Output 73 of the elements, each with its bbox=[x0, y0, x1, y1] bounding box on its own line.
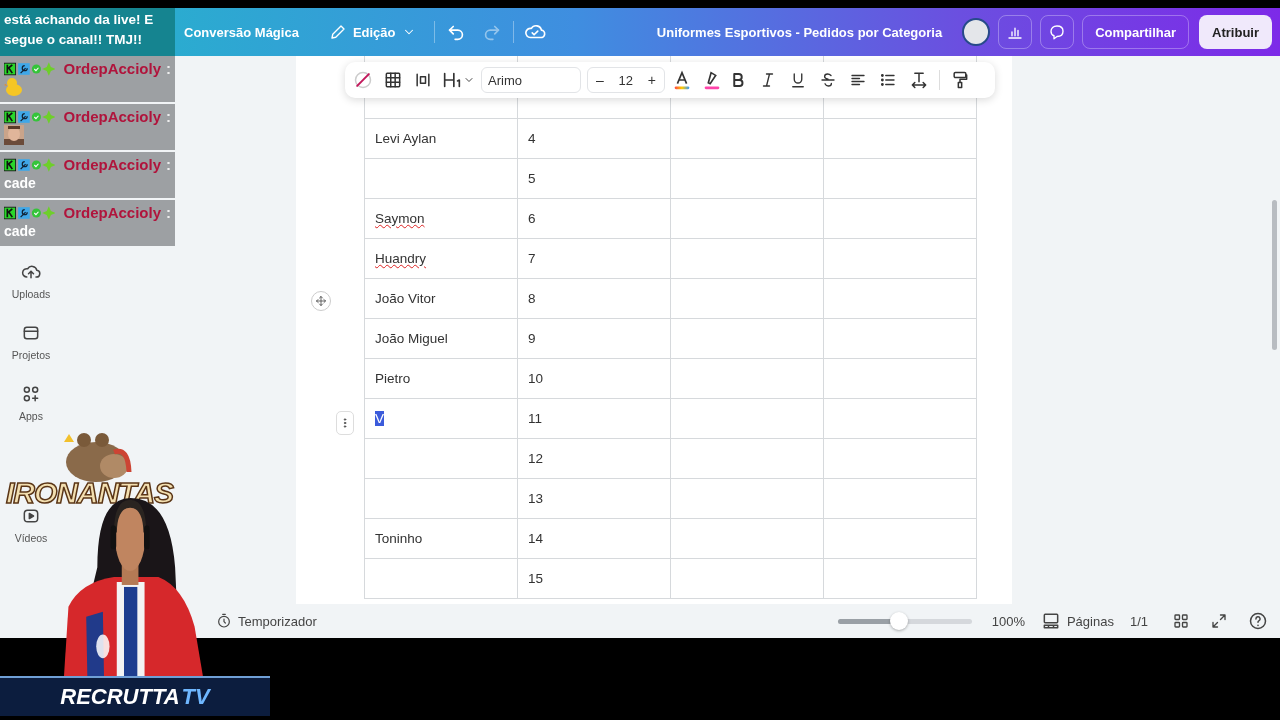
zoom-slider[interactable] bbox=[837, 612, 972, 630]
table-cell: 14 bbox=[517, 518, 671, 559]
chat-separator: : bbox=[166, 60, 171, 77]
zoom-reading: 100% bbox=[991, 613, 1025, 629]
table-cell: Pietro bbox=[364, 358, 518, 399]
duck-icon bbox=[4, 77, 24, 97]
help-icon[interactable] bbox=[1248, 611, 1268, 631]
chat-separator: : bbox=[166, 204, 171, 221]
table-cell: 9 bbox=[517, 318, 671, 359]
text-spacing-icon[interactable] bbox=[909, 70, 929, 90]
apps-icon[interactable] bbox=[21, 384, 41, 404]
folder-icon[interactable] bbox=[21, 323, 41, 343]
grid-icon[interactable] bbox=[1172, 612, 1190, 630]
table-cell: 12 bbox=[517, 438, 671, 479]
table-cell: Huandry bbox=[364, 238, 518, 279]
chat-username: OrdepAccioly bbox=[63, 60, 161, 77]
table-cell: 7 bbox=[517, 238, 671, 279]
table-cell: Saymon bbox=[364, 198, 518, 239]
chat-banner: está achando da live! E segue o canal!! TMJ!! bbox=[0, 8, 175, 56]
table-cell: Toninho bbox=[364, 518, 518, 559]
pages-button[interactable]: Páginas bbox=[1040, 611, 1114, 631]
stream-logo: RECRUTTA TV bbox=[0, 676, 270, 716]
stopwatch-icon[interactable] bbox=[216, 613, 232, 629]
pencil-icon[interactable] bbox=[328, 23, 347, 41]
sidebar-item[interactable]: Apps bbox=[0, 378, 62, 439]
table-cell: 8 bbox=[517, 278, 671, 319]
table-cell: 15 bbox=[517, 558, 671, 599]
table-cell: Levi Aylan bbox=[364, 118, 518, 159]
table-cell: 11 bbox=[517, 398, 671, 439]
document-title[interactable]: Uniformes Esportivos - Pedidos por Categoria bbox=[656, 24, 943, 40]
table-cell: V bbox=[364, 398, 518, 439]
play-icon[interactable] bbox=[21, 506, 41, 526]
share-button[interactable]: Compartilhar bbox=[1082, 15, 1190, 49]
chat-separator: : bbox=[166, 108, 171, 125]
badge-icon bbox=[4, 60, 56, 77]
table-cell: João Vitor bbox=[364, 278, 518, 319]
paint-roller-icon[interactable] bbox=[950, 70, 970, 90]
table-cell: 6 bbox=[517, 198, 671, 239]
chat-username: OrdepAccioly bbox=[63, 204, 161, 221]
font-field[interactable]: Arimo bbox=[481, 67, 581, 93]
scrollbar[interactable] bbox=[1272, 200, 1277, 350]
comment-button[interactable] bbox=[1040, 15, 1075, 49]
assign-button[interactable]: Atribuir bbox=[1199, 15, 1272, 49]
table-cell: João Miguel bbox=[364, 318, 518, 359]
insights-button[interactable] bbox=[998, 15, 1033, 49]
chat-separator: : bbox=[166, 156, 171, 173]
underline-icon[interactable] bbox=[789, 71, 807, 89]
chat-message: cade bbox=[4, 223, 36, 239]
strikethrough-icon[interactable] bbox=[819, 71, 837, 89]
font-size-field[interactable]: – 12 + bbox=[587, 67, 665, 93]
table-cell: 5 bbox=[517, 158, 671, 199]
decrease-button[interactable]: – bbox=[596, 72, 604, 88]
chat-username: OrdepAccioly bbox=[63, 156, 161, 173]
chat-message: cade bbox=[4, 175, 36, 191]
fullscreen-icon[interactable] bbox=[1210, 612, 1228, 630]
timer-button[interactable]: Temporizador bbox=[216, 613, 317, 629]
page-count: 1/1 bbox=[1129, 613, 1148, 629]
badge-icon bbox=[4, 204, 56, 221]
sidebar-item[interactable]: Projetos bbox=[0, 317, 62, 378]
sidebar-item[interactable]: Uploads bbox=[0, 256, 62, 317]
table-icon[interactable] bbox=[383, 70, 403, 90]
chat-username: OrdepAccioly bbox=[63, 108, 161, 125]
bullet-list-icon[interactable] bbox=[879, 71, 897, 89]
table-cell: 13 bbox=[517, 478, 671, 519]
no-color-icon[interactable] bbox=[353, 70, 373, 90]
logo-text: IRONANTAS bbox=[6, 476, 174, 510]
increase-button[interactable]: + bbox=[647, 72, 656, 88]
table-cell: 4 bbox=[517, 118, 671, 159]
table-cell: 10 bbox=[517, 358, 671, 399]
avatar[interactable] bbox=[962, 18, 991, 46]
speech-bubble-icon[interactable] bbox=[1048, 23, 1067, 41]
badge-icon bbox=[4, 108, 56, 125]
badge-icon bbox=[4, 156, 56, 173]
